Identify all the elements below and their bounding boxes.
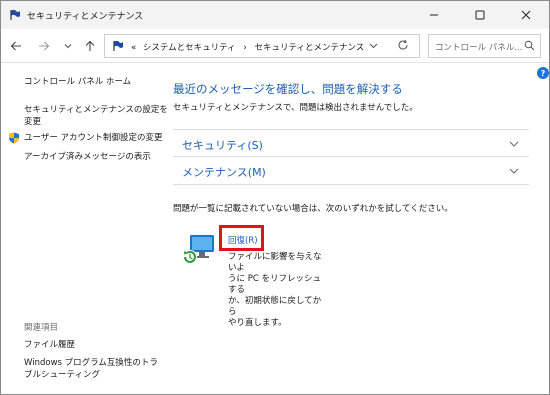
uac-shield-icon: [9, 132, 19, 144]
archived-messages-link[interactable]: アーカイブ済みメッセージの表示: [24, 151, 151, 163]
close-icon: [521, 10, 531, 20]
search-icon: [524, 40, 535, 51]
security-section-label: セキュリティ(S): [182, 139, 263, 152]
recovery-desc-line4: やり直します。: [228, 318, 287, 328]
refresh-icon[interactable]: [397, 39, 409, 51]
change-settings-link[interactable]: セキュリティとメンテナンスの設定を: [24, 104, 168, 116]
recovery-desc-line3: か、初期状態に戻してから: [228, 296, 322, 317]
recent-locations-button[interactable]: [59, 38, 77, 54]
related-heading: 関連項目: [24, 323, 59, 333]
chevron-down-icon: [64, 44, 72, 49]
search-placeholder: コントロール パネル...: [435, 43, 523, 53]
flag-icon: [10, 9, 20, 20]
uac-settings-link[interactable]: ユーザー アカウント制御設定の変更: [24, 132, 163, 144]
section-divider: [173, 184, 529, 185]
window: セキュリティとメンテナンス « システムとセキュリティ › セキュリティとメンテ…: [0, 0, 550, 395]
page-title: 最近のメッセージを確認し、問題を解決する: [173, 82, 403, 96]
breadcrumb-separator: ›: [243, 43, 247, 53]
address-bar[interactable]: « システムとセキュリティ › セキュリティとメンテナンス: [104, 34, 420, 58]
maintenance-section[interactable]: メンテナンス(M): [173, 156, 529, 184]
arrow-left-icon: [10, 41, 21, 51]
minimize-button[interactable]: [411, 1, 457, 29]
flag-icon: [113, 40, 123, 51]
back-button[interactable]: [7, 38, 25, 54]
maximize-icon: [475, 10, 485, 20]
compat-troubleshooter-link-line2[interactable]: ブルシューティング: [24, 369, 100, 381]
recovery-description: ファイルに影響を与えないよ うに PC をリフレッシュする か、初期状態に戻して…: [228, 252, 328, 329]
recovery-icon: [183, 235, 214, 264]
title-bar: セキュリティとメンテナンス: [1, 1, 549, 29]
close-button[interactable]: [503, 1, 549, 29]
forward-button[interactable]: [35, 38, 53, 54]
recovery-link[interactable]: 回復(R): [228, 234, 258, 246]
breadcrumb-overflow[interactable]: «: [131, 43, 136, 53]
arrow-up-icon: [85, 40, 95, 51]
change-settings-link-line2[interactable]: 変更: [24, 116, 41, 128]
breadcrumb-system-security[interactable]: システムとセキュリティ: [143, 43, 236, 53]
up-button[interactable]: [81, 38, 99, 54]
security-section[interactable]: セキュリティ(S): [173, 129, 529, 157]
breadcrumb: « システムとセキュリティ › セキュリティとメンテナンス: [131, 41, 364, 53]
window-title: セキュリティとメンテナンス: [27, 12, 144, 22]
page-subtitle: セキュリティとメンテナンスで、問題は検出されませんでした。: [173, 103, 418, 113]
troubleshoot-hint: 問題が一覧に記載されていない場合は、次のいずれかを試してください。: [173, 204, 453, 214]
search-box[interactable]: コントロール パネル...: [428, 34, 541, 58]
minimize-icon: [430, 14, 438, 16]
recovery-desc-line1: ファイルに影響を与えないよ: [228, 252, 322, 273]
chevron-down-icon: [509, 168, 519, 174]
breadcrumb-security-maintenance[interactable]: セキュリティとメンテナンス: [254, 43, 364, 53]
maintenance-section-label: メンテナンス(M): [182, 166, 266, 179]
navigation-bar: « システムとセキュリティ › セキュリティとメンテナンス コントロール パネル…: [1, 29, 549, 63]
help-icon[interactable]: ?: [537, 67, 549, 79]
chevron-down-icon: [509, 141, 519, 147]
file-history-link[interactable]: ファイル履歴: [24, 339, 75, 351]
compat-troubleshooter-link[interactable]: Windows プログラム互換性のトラ: [24, 357, 158, 369]
control-panel-home-link[interactable]: コントロール パネル ホーム: [24, 76, 131, 88]
arrow-right-icon: [39, 41, 50, 51]
chevron-down-icon[interactable]: [369, 41, 378, 50]
recovery-desc-line2: うに PC をリフレッシュする: [228, 274, 321, 295]
maximize-button[interactable]: [457, 1, 503, 29]
